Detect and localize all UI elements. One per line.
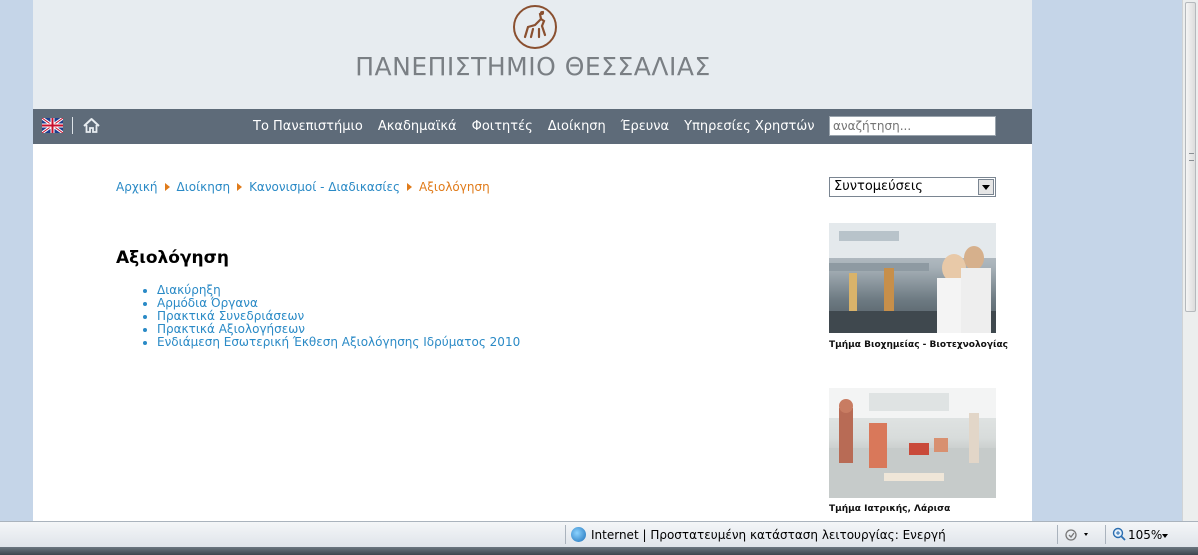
nav-item-administration[interactable]: Διοίκηση bbox=[548, 119, 606, 134]
home-icon[interactable] bbox=[82, 116, 101, 135]
chevron-down-icon[interactable] bbox=[1162, 534, 1168, 538]
status-divider bbox=[1057, 525, 1058, 544]
os-taskbar bbox=[0, 547, 1198, 555]
breadcrumb-arrow-icon bbox=[407, 183, 413, 191]
nav-menu: Το Πανεπιστήμιο Ακαδημαϊκά Φοιτητές Διοί… bbox=[253, 109, 829, 144]
vertical-scrollbar[interactable] bbox=[1182, 0, 1198, 521]
list-item: Ενδιάμεση Εσωτερική Έκθεση Αξιολόγησης Ι… bbox=[157, 336, 520, 349]
breadcrumb-regulations[interactable]: Κανονισμοί - Διαδικασίες bbox=[249, 180, 400, 194]
status-divider bbox=[1105, 525, 1106, 544]
scrollbar-thumb[interactable] bbox=[1185, 2, 1196, 312]
link-competent-bodies[interactable]: Αρμόδια Όργανα bbox=[157, 296, 258, 310]
link-meeting-minutes[interactable]: Πρακτικά Συνεδριάσεων bbox=[157, 309, 304, 323]
nav-item-academics[interactable]: Ακαδημαϊκά bbox=[378, 119, 457, 134]
site-name[interactable]: ΠΑΝΕΠΙΣΤΗΜΙΟ ΘΕΣΣΑΛΙΑΣ bbox=[353, 52, 713, 81]
security-zone-text[interactable]: Internet | Προστατευμένη κατάσταση λειτο… bbox=[591, 528, 946, 542]
breadcrumb-current: Αξιολόγηση bbox=[419, 180, 490, 194]
zoom-level[interactable]: 105% bbox=[1128, 528, 1162, 542]
site-header: ΠΑΝΕΠΙΣΤΗΜΙΟ ΘΕΣΣΑΛΙΑΣ bbox=[33, 0, 1032, 109]
globe-icon bbox=[571, 527, 586, 542]
breadcrumb-arrow-icon bbox=[164, 183, 170, 191]
nav-divider bbox=[72, 117, 73, 134]
browser-viewport: ΠΑΝΕΠΙΣΤΗΜΙΟ ΘΕΣΣΑΛΙΑΣ Το Πανεπιστήμιο Α… bbox=[0, 0, 1182, 521]
promo-image-medicine[interactable] bbox=[829, 388, 996, 498]
status-divider bbox=[565, 525, 566, 544]
breadcrumb-home[interactable]: Αρχική bbox=[116, 180, 158, 194]
link-declaration[interactable]: Διακύρηξη bbox=[157, 283, 221, 297]
breadcrumb: Αρχική Διοίκηση Κανονισμοί - Διαδικασίες… bbox=[116, 180, 490, 194]
page-title: Αξιολόγηση bbox=[116, 248, 229, 268]
shortcuts-selected-value: Συντομεύσεις bbox=[834, 179, 923, 194]
search-input[interactable] bbox=[829, 116, 996, 136]
promo-caption[interactable]: Τμήμα Ιατρικής, Λάρισα bbox=[829, 504, 950, 514]
browser-statusbar: Internet | Προστατευμένη κατάσταση λειτο… bbox=[0, 521, 1198, 547]
nav-item-students[interactable]: Φοιτητές bbox=[472, 119, 533, 134]
zoom-icon[interactable] bbox=[1112, 527, 1126, 541]
promo-caption[interactable]: Τμήμα Βιοχημείας - Βιοτεχνολογίας bbox=[829, 340, 1008, 350]
breadcrumb-arrow-icon bbox=[237, 183, 243, 191]
centaur-seal-icon[interactable] bbox=[513, 5, 557, 49]
nav-item-university[interactable]: Το Πανεπιστήμιο bbox=[253, 119, 363, 134]
link-evaluation-minutes[interactable]: Πρακτικά Αξιολογήσεων bbox=[157, 322, 305, 336]
uk-flag-icon[interactable] bbox=[42, 118, 63, 133]
web-page: ΠΑΝΕΠΙΣΤΗΜΙΟ ΘΕΣΣΑΛΙΑΣ Το Πανεπιστήμιο Α… bbox=[33, 0, 1032, 521]
main-navbar: Το Πανεπιστήμιο Ακαδημαϊκά Φοιτητές Διοί… bbox=[33, 109, 1032, 144]
breadcrumb-administration[interactable]: Διοίκηση bbox=[177, 180, 231, 194]
nav-item-user-services[interactable]: Υπηρεσίες Χρηστών bbox=[684, 119, 814, 134]
security-settings-icon[interactable] bbox=[1064, 527, 1094, 542]
shortcuts-select[interactable]: Συντομεύσεις bbox=[829, 177, 996, 197]
evaluation-links-list: Διακύρηξη Αρμόδια Όργανα Πρακτικά Συνεδρ… bbox=[143, 284, 520, 349]
grip-icon bbox=[1189, 153, 1194, 161]
link-interim-report-2010[interactable]: Ενδιάμεση Εσωτερική Έκθεση Αξιολόγησης Ι… bbox=[157, 335, 520, 349]
chevron-down-icon[interactable] bbox=[978, 179, 994, 195]
promo-image-biochemistry[interactable] bbox=[829, 223, 996, 333]
nav-item-research[interactable]: Έρευνα bbox=[621, 119, 669, 134]
